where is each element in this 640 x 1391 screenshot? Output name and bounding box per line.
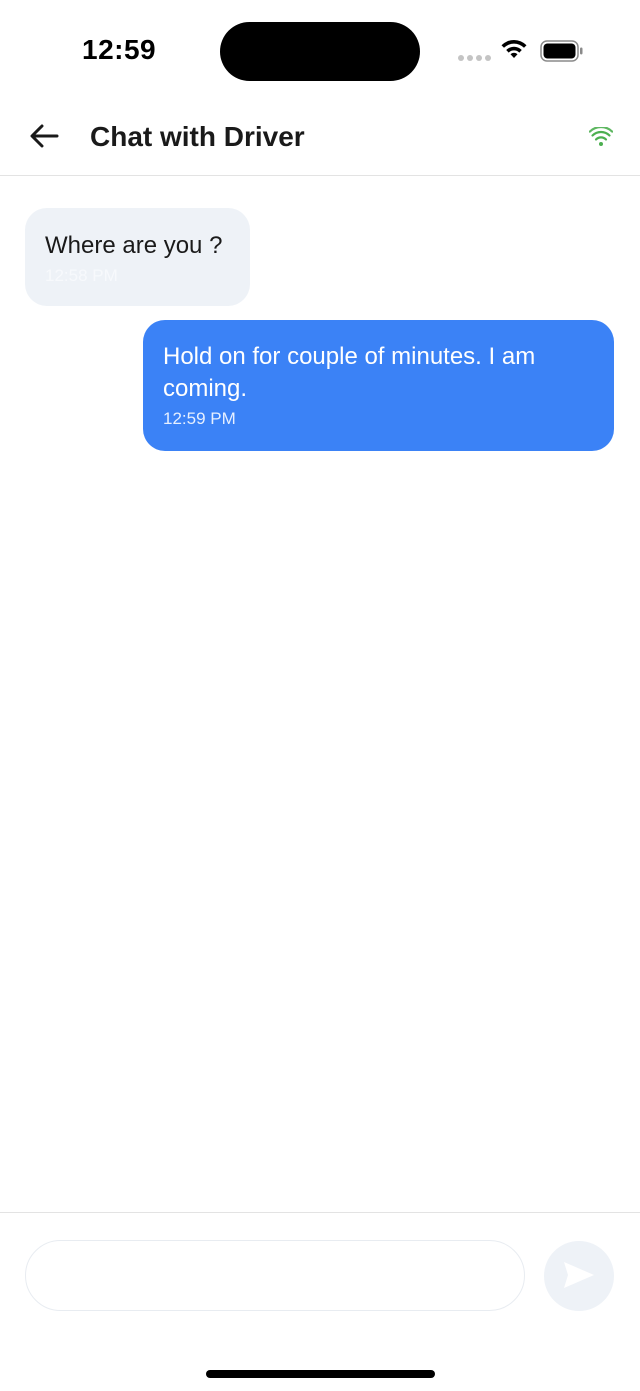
home-indicator [206,1370,435,1378]
message-timestamp: 12:58 PM [45,266,118,285]
message-text: Hold on for couple of minutes. I am comi… [163,343,536,402]
cellular-signal-icon [458,55,491,61]
chat-header: Chat with Driver [0,100,640,176]
message-list[interactable]: Where are you ? 12:58 PM Hold on for cou… [0,177,640,1212]
wifi-icon [588,125,614,152]
message-input[interactable] [25,1240,525,1311]
message-composer [0,1212,640,1391]
back-button[interactable] [22,116,66,160]
message-bubble-outgoing: Hold on for couple of minutes. I am comi… [143,320,614,451]
send-icon [562,1260,596,1293]
send-button[interactable] [544,1241,614,1311]
dynamic-island [220,22,420,81]
page-title: Chat with Driver [90,121,305,152]
wifi-status-icon [500,38,528,65]
chat-screen: 12:59 Chat with Driver Where are you ? 1… [0,0,640,1391]
message-text: Where are you ? [45,232,223,259]
status-time: 12:59 [82,34,157,65]
battery-icon [540,40,584,67]
message-timestamp: 12:59 PM [163,409,236,428]
message-bubble-incoming: Where are you ? 12:58 PM [25,208,250,306]
arrow-left-icon [29,123,59,154]
status-bar: 12:59 [0,0,640,100]
